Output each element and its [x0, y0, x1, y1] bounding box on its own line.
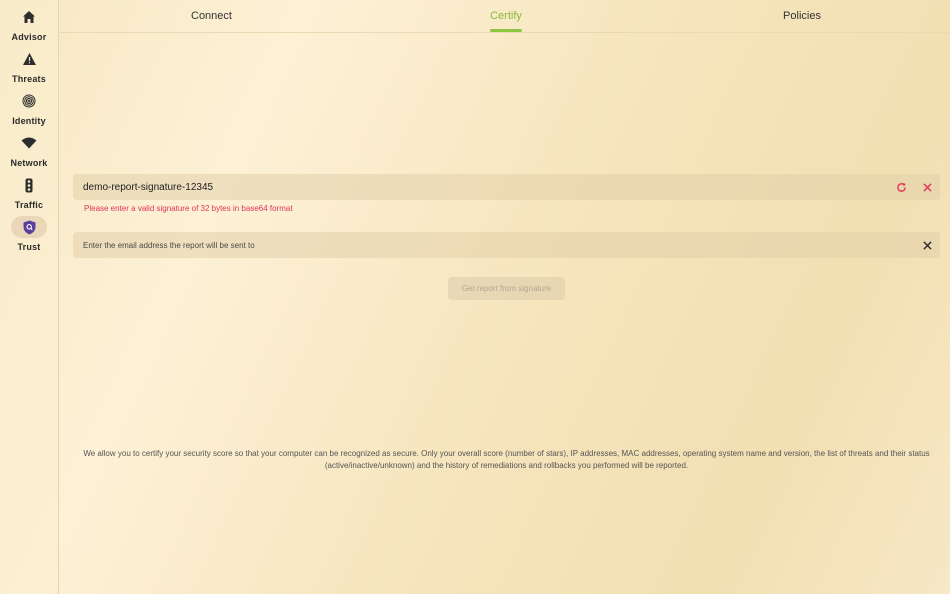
sidebar-item-label: Network — [10, 158, 48, 168]
refresh-icon[interactable] — [894, 180, 908, 194]
sidebar-item-advisor[interactable]: Advisor — [0, 0, 58, 42]
signature-input[interactable] — [83, 174, 873, 200]
email-input[interactable] — [83, 232, 873, 258]
clear-email-icon[interactable] — [920, 238, 934, 252]
sidebar-item-identity[interactable]: Identity — [0, 84, 58, 126]
sidebar-item-trust[interactable]: Trust — [0, 210, 58, 252]
tab-certify[interactable]: Certify — [490, 0, 522, 32]
sidebar-item-network[interactable]: Network — [0, 126, 58, 168]
fingerprint-icon — [11, 90, 47, 112]
sidebar-item-label: Trust — [17, 242, 41, 252]
signature-field — [73, 174, 940, 200]
certify-description: We allow you to certify your security sc… — [83, 449, 930, 470]
get-report-button[interactable]: Get report from signature — [448, 277, 565, 300]
sidebar-item-label: Threats — [12, 74, 46, 84]
tab-bar: Connect Certify Policies — [59, 0, 950, 33]
tab-label: Certify — [490, 10, 522, 22]
shield-search-icon — [11, 216, 47, 238]
sidebar-item-label: Advisor — [11, 32, 47, 42]
home-icon — [11, 6, 47, 28]
sidebar-item-label: Identity — [12, 116, 46, 126]
sidebar-item-threats[interactable]: Threats — [0, 42, 58, 84]
sidebar: Advisor Threats Identity Network Traffic… — [0, 0, 59, 594]
clear-signature-icon[interactable] — [920, 180, 934, 194]
tab-policies[interactable]: Policies — [782, 0, 822, 32]
wifi-icon — [11, 132, 47, 154]
active-tab-indicator — [490, 29, 522, 32]
tab-label: Connect — [191, 10, 232, 22]
warning-icon — [11, 48, 47, 70]
traffic-light-icon — [11, 174, 47, 196]
tab-connect[interactable]: Connect — [191, 0, 232, 32]
sidebar-item-label: Traffic — [14, 200, 44, 210]
signature-error: Please enter a valid signature of 32 byt… — [84, 204, 293, 213]
email-field — [73, 232, 940, 258]
sidebar-item-traffic[interactable]: Traffic — [0, 168, 58, 210]
tab-label: Policies — [783, 10, 821, 22]
